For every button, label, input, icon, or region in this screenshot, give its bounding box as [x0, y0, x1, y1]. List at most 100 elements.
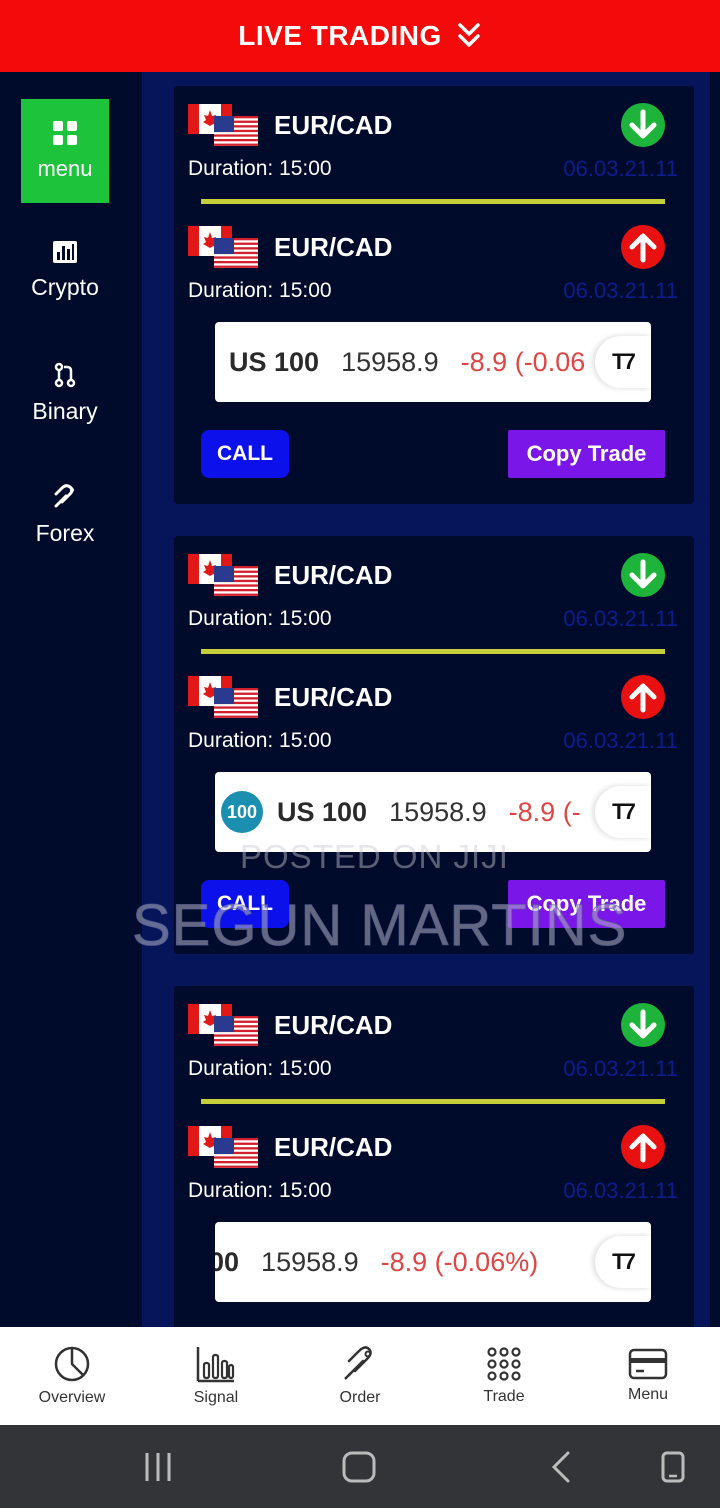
- flags: [188, 676, 258, 718]
- pie-chart-icon: [54, 1346, 90, 1382]
- sidebar-item-menu[interactable]: menu: [21, 99, 109, 203]
- ca-us-flags-icon: [188, 1126, 258, 1168]
- nav-label: Order: [339, 1389, 381, 1406]
- signal-pair-row: EUR/CAD: [188, 554, 392, 596]
- copy-trade-button[interactable]: Copy Trade: [508, 430, 665, 478]
- nav-label: Menu: [627, 1386, 669, 1403]
- signal-duration: Duration: 15:00: [188, 157, 332, 180]
- bar-chart-icon: [53, 241, 77, 263]
- signal-date: 06.03.21.11: [563, 1178, 678, 1203]
- pair-name: EUR/CAD: [274, 559, 393, 590]
- arrow-up-icon: [621, 225, 665, 269]
- flags: [188, 226, 258, 268]
- arrow-down-icon: [621, 553, 665, 597]
- ticker-change: -8.9 (-0.06: [460, 346, 586, 377]
- pair-name: EUR/CAD: [274, 1009, 393, 1040]
- signal-date: 06.03.21.11: [563, 156, 678, 181]
- signal-pair-row: EUR/CAD: [188, 1004, 392, 1046]
- nav-order[interactable]: Order: [288, 1327, 432, 1425]
- pair-name: EUR/CAD: [274, 231, 393, 262]
- pull-request-icon: [54, 362, 76, 388]
- signal-duration: Duration: 15:00: [188, 279, 332, 302]
- nav-label: Trade: [483, 1388, 525, 1405]
- recent-apps-icon[interactable]: [144, 1447, 174, 1487]
- tradingview-logo-icon[interactable]: T7: [595, 786, 651, 838]
- sidebar-item-label: Binary: [32, 398, 98, 424]
- system-nav-bar: [0, 1425, 720, 1508]
- signal-direction: [620, 1002, 666, 1048]
- nav-trade[interactable]: Trade: [432, 1327, 576, 1425]
- signal-feed[interactable]: EUR/CAD Duration: 15:00 06.03.21.11 EUR/…: [142, 72, 710, 1327]
- ticker-price: 15958.9: [261, 1246, 359, 1277]
- sidebar-item-binary[interactable]: Binary: [0, 362, 130, 425]
- ticker-symbol: 00: [215, 1246, 240, 1277]
- tradingview-logo-icon[interactable]: T7: [595, 336, 651, 388]
- ticker-widget[interactable]: US 100 15958.9 -8.9 (-0.06 T7: [215, 322, 651, 402]
- flags: [188, 104, 258, 146]
- signal-pair-row: EUR/CAD: [188, 104, 392, 146]
- flags: [188, 1126, 258, 1168]
- watermark-line1: POSTED ON JIJI: [240, 838, 509, 875]
- signal-direction: [620, 552, 666, 598]
- arrow-down-icon: [621, 1003, 665, 1047]
- ca-us-flags-icon: [188, 104, 258, 146]
- sidebar-item-label: Forex: [35, 520, 95, 546]
- sidebar-item-crypto[interactable]: Crypto: [0, 240, 130, 301]
- signal-duration: Duration: 15:00: [188, 729, 332, 752]
- signal-pair-row: EUR/CAD: [188, 1126, 392, 1168]
- call-button[interactable]: CALL: [201, 430, 289, 478]
- ca-us-flags-icon: [188, 554, 258, 596]
- signal-direction: [620, 102, 666, 148]
- signal-duration: Duration: 15:00: [188, 1179, 332, 1202]
- signal-duration: Duration: 15:00: [188, 1057, 332, 1080]
- magnet-icon: [54, 484, 74, 508]
- rocket-icon: [344, 1346, 372, 1380]
- bar-chart-icon: [196, 1347, 235, 1383]
- ticker-tape: 00 15958.9 -8.9 (-0.06%): [215, 1222, 538, 1302]
- home-icon[interactable]: [341, 1447, 377, 1487]
- page-title: LIVE TRADING: [238, 20, 442, 51]
- keyboard-toggle-icon[interactable]: [660, 1447, 686, 1487]
- nav-overview[interactable]: Overview: [0, 1327, 144, 1425]
- double-chevron-down-icon[interactable]: [456, 21, 482, 51]
- arrow-down-icon: [621, 103, 665, 147]
- sidebar-item-forex[interactable]: Forex: [0, 484, 130, 547]
- pair-name: EUR/CAD: [274, 681, 393, 712]
- signal-divider: [201, 1099, 665, 1104]
- nav-label: Signal: [193, 1389, 239, 1406]
- signal-date: 06.03.21.11: [563, 728, 678, 753]
- ticker-symbol: US 100: [229, 346, 320, 377]
- flags: [188, 1004, 258, 1046]
- ticker-symbol: US 100: [277, 796, 368, 827]
- ticker-tape: US 100 15958.9 -8.9 (-0.06: [229, 322, 585, 402]
- nav-menu[interactable]: Menu: [576, 1327, 720, 1425]
- signal-pair-row: EUR/CAD: [188, 676, 392, 718]
- signal-card: EUR/CAD Duration: 15:00 06.03.21.11 EUR/…: [174, 86, 694, 504]
- card-icon: [628, 1348, 668, 1380]
- sidebar: menu Crypto Binary Forex: [0, 72, 130, 1327]
- signal-divider: [201, 199, 665, 204]
- signal-date: 06.03.21.11: [563, 1056, 678, 1081]
- signal-direction: [620, 674, 666, 720]
- grid-icon: [53, 121, 77, 145]
- signal-pair-row: EUR/CAD: [188, 226, 392, 268]
- ticker-change: -8.9 (-: [508, 796, 581, 827]
- flags: [188, 554, 258, 596]
- grid-dots-icon: [487, 1347, 521, 1381]
- ticker-badge: 100: [221, 791, 263, 833]
- ticker-price: 15958.9: [341, 346, 439, 377]
- ca-us-flags-icon: [188, 1004, 258, 1046]
- signal-date: 06.03.21.11: [563, 278, 678, 303]
- ticker-widget[interactable]: 00 15958.9 -8.9 (-0.06%) T7: [215, 1222, 651, 1302]
- watermark-line2: SEGUN MARTINS: [131, 893, 628, 959]
- pair-name: EUR/CAD: [274, 1131, 393, 1162]
- back-icon[interactable]: [548, 1447, 574, 1487]
- signal-duration: Duration: 15:00: [188, 607, 332, 630]
- nav-label: Overview: [38, 1389, 106, 1406]
- ticker-price: 15958.9: [389, 796, 487, 827]
- signal-card: EUR/CAD Duration: 15:00 06.03.21.11 EUR/…: [174, 986, 694, 1327]
- nav-signal[interactable]: Signal: [144, 1327, 288, 1425]
- signal-date: 06.03.21.11: [563, 606, 678, 631]
- header-bar: LIVE TRADING: [0, 0, 720, 72]
- tradingview-logo-icon[interactable]: T7: [595, 1236, 651, 1288]
